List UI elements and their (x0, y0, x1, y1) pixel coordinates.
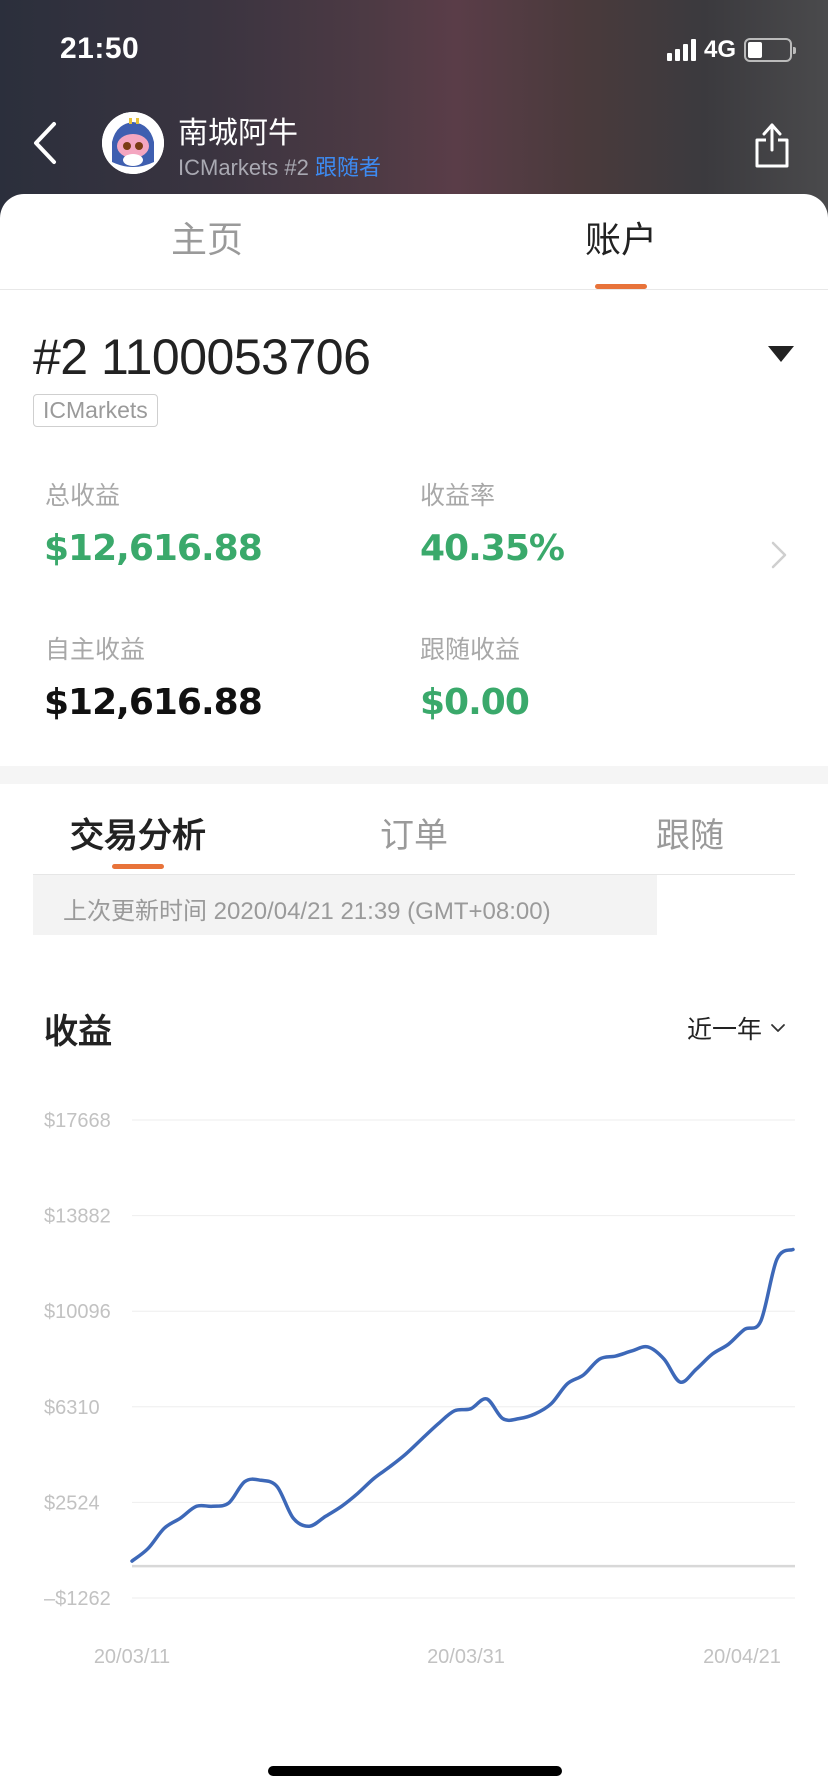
battery-icon (744, 38, 796, 62)
tab-trade-analysis-label: 交易分析 (70, 817, 206, 855)
account-id: #2 1100053706 (33, 329, 371, 385)
status-indicators: 4G (666, 36, 796, 64)
follow-profit-value: $0.00 (420, 682, 530, 723)
tab-account-label: 账户 (584, 219, 657, 260)
trader-name: 南城阿牛 (178, 117, 298, 150)
back-icon[interactable] (26, 118, 66, 168)
range-selector-label: 近一年 (686, 1016, 762, 1044)
account-dropdown-icon[interactable] (768, 346, 794, 362)
analysis-tabs: 交易分析 订单 跟随 (0, 784, 828, 874)
chevron-down-icon (771, 1024, 785, 1032)
account-summary: #2 1100053706 ICMarkets 总收益 $12,616.88 收… (0, 290, 828, 770)
total-profit-value: $12,616.88 (44, 528, 263, 569)
status-bar: 21:50 4G (0, 0, 828, 100)
trader-subtitle: ICMarkets #2 跟随者 (178, 150, 381, 182)
network-type: 4G (703, 36, 736, 63)
own-profit-value: $12,616.88 (44, 682, 263, 723)
tab-trade-analysis[interactable]: 交易分析 (0, 784, 276, 874)
avatar[interactable] (102, 112, 164, 174)
tab-orders-label: 订单 (380, 817, 448, 855)
chart-title: 收益 (44, 1013, 112, 1051)
section-divider (0, 766, 828, 784)
return-rate-label: 收益率 (420, 482, 496, 510)
status-time: 21:50 (60, 32, 140, 65)
cow-avatar-icon (102, 112, 164, 174)
range-selector[interactable]: 近一年 (687, 1010, 786, 1046)
chevron-right-icon[interactable] (770, 540, 788, 570)
active-subtab-indicator (112, 864, 164, 869)
tab-home[interactable]: 主页 (0, 194, 414, 289)
last-update-time: 上次更新时间 2020/04/21 21:39 (GMT+08:00) (33, 875, 657, 935)
own-profit-label: 自主收益 (45, 636, 146, 664)
return-rate-value: 40.35% (420, 528, 565, 569)
tab-follow[interactable]: 跟随 (552, 784, 828, 874)
role-link[interactable]: 跟随者 (315, 155, 381, 180)
tab-home-label: 主页 (170, 219, 243, 260)
tab-account[interactable]: 账户 (414, 194, 828, 289)
total-profit-label: 总收益 (45, 482, 121, 510)
tab-orders[interactable]: 订单 (276, 784, 552, 874)
broker-tag: ICMarkets (33, 394, 158, 427)
profile-nav: 南城阿牛 ICMarkets #2 跟随者 (0, 100, 828, 190)
top-tabs: 主页 账户 (0, 194, 828, 290)
share-icon[interactable] (752, 120, 792, 170)
follow-profit-label: 跟随收益 (420, 636, 521, 664)
active-tab-indicator (595, 284, 647, 289)
signal-icon (666, 39, 696, 61)
broker-account: ICMarkets #2 (178, 155, 309, 180)
account-sheet: 主页 账户 #2 1100053706 ICMarkets 总收益 $12,61… (0, 194, 828, 1792)
tab-follow-label: 跟随 (656, 817, 724, 855)
